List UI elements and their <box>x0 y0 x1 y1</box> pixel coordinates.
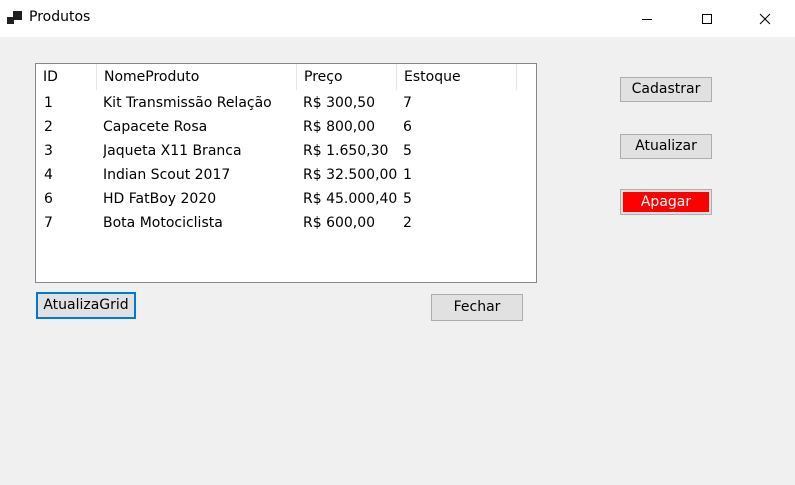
cell-nomeproduto: Bota Motociclista <box>103 215 223 231</box>
cell-nomeproduto: Kit Transmissão Relação <box>103 95 272 111</box>
minimize-button[interactable] <box>624 0 670 37</box>
cadastrar-button[interactable]: Cadastrar <box>620 77 712 102</box>
cell-preco: R$ 1.650,30 <box>303 143 389 159</box>
close-button[interactable] <box>742 0 788 37</box>
list-item[interactable]: 3 Jaqueta X11 Branca R$ 1.650,30 5 <box>36 139 536 163</box>
cell-estoque: 7 <box>403 95 412 111</box>
atualizar-button[interactable]: Atualizar <box>620 134 712 159</box>
column-header-preco[interactable]: Preço <box>297 64 397 90</box>
atualiza-grid-button[interactable]: AtualizaGrid <box>36 292 136 319</box>
cell-preco: R$ 45.000,40 <box>303 191 398 207</box>
cell-estoque: 2 <box>403 215 412 231</box>
cell-nomeproduto: Jaqueta X11 Branca <box>103 143 242 159</box>
apagar-button[interactable]: Apagar <box>620 189 712 215</box>
title-bar: Produtos <box>0 0 795 37</box>
apagar-button-label: Apagar <box>623 192 709 212</box>
list-item[interactable]: 1 Kit Transmissão Relação R$ 300,50 7 <box>36 91 536 115</box>
cell-nomeproduto: Indian Scout 2017 <box>103 167 231 183</box>
cell-id: 3 <box>44 143 53 159</box>
close-icon <box>759 13 771 24</box>
app-icon <box>7 11 23 25</box>
cell-nomeproduto: Capacete Rosa <box>103 119 208 135</box>
column-header-id[interactable]: ID <box>36 64 97 90</box>
maximize-button[interactable] <box>684 0 730 37</box>
cell-estoque: 6 <box>403 119 412 135</box>
maximize-icon <box>702 13 712 24</box>
listview-header: ID NomeProduto Preço Estoque <box>36 64 536 90</box>
cell-estoque: 1 <box>403 167 412 183</box>
list-item[interactable]: 4 Indian Scout 2017 R$ 32.500,00 1 <box>36 163 536 187</box>
products-listview[interactable]: ID NomeProduto Preço Estoque 1 Kit Trans… <box>35 63 537 283</box>
cell-id: 4 <box>44 167 53 183</box>
cell-estoque: 5 <box>403 143 412 159</box>
list-item[interactable]: 7 Bota Motociclista R$ 600,00 2 <box>36 211 536 235</box>
cell-preco: R$ 800,00 <box>303 119 376 135</box>
list-item[interactable]: 2 Capacete Rosa R$ 800,00 6 <box>36 115 536 139</box>
cell-id: 1 <box>44 95 53 111</box>
cell-estoque: 5 <box>403 191 412 207</box>
column-header-nomeproduto[interactable]: NomeProduto <box>97 64 297 90</box>
cell-id: 7 <box>44 215 53 231</box>
column-header-estoque[interactable]: Estoque <box>397 64 517 90</box>
cell-id: 6 <box>44 191 53 207</box>
cell-preco: R$ 32.500,00 <box>303 167 398 183</box>
list-item[interactable]: 6 HD FatBoy 2020 R$ 45.000,40 5 <box>36 187 536 211</box>
window-title: Produtos <box>29 9 91 25</box>
cell-id: 2 <box>44 119 53 135</box>
minimize-icon <box>642 18 652 20</box>
cell-preco: R$ 300,50 <box>303 95 376 111</box>
cell-preco: R$ 600,00 <box>303 215 376 231</box>
cell-nomeproduto: HD FatBoy 2020 <box>103 191 217 207</box>
fechar-button[interactable]: Fechar <box>431 294 523 321</box>
